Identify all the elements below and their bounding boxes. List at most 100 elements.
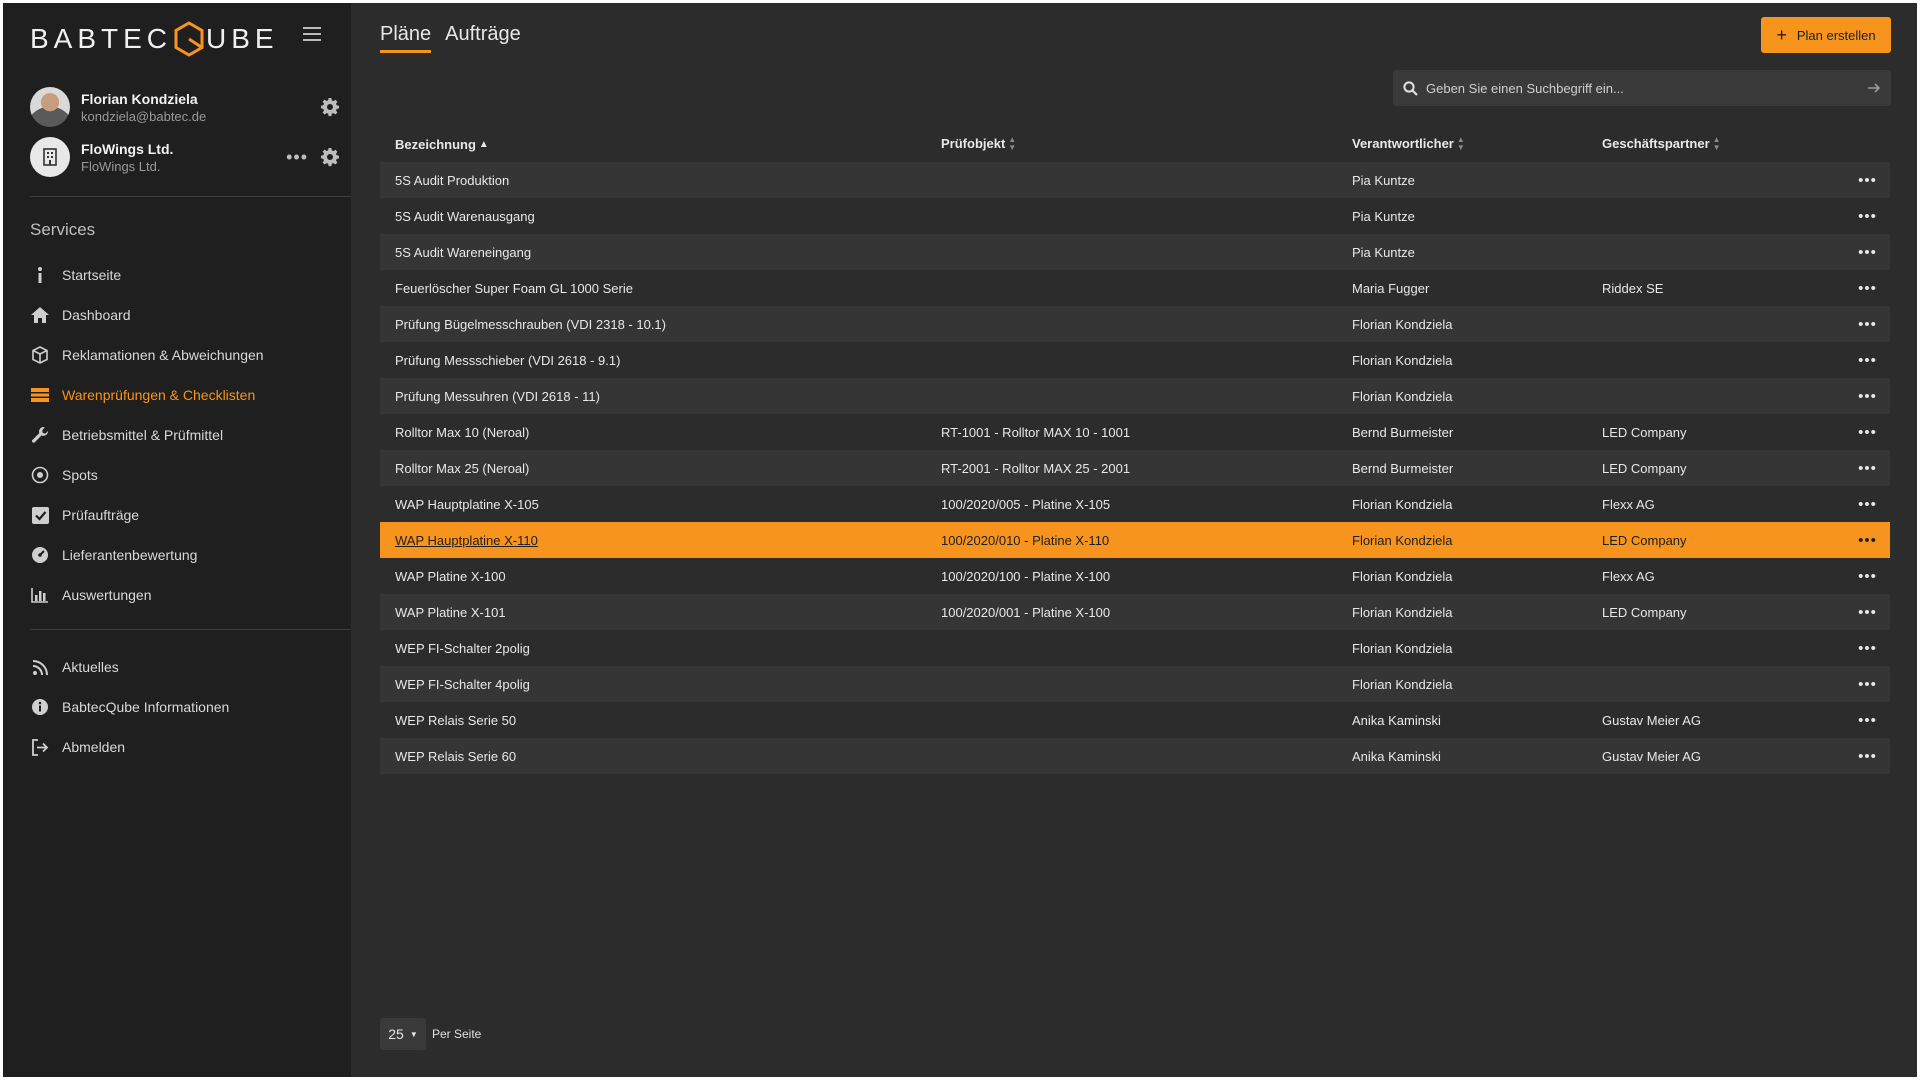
row-more-icon[interactable]: ••• [1845,352,1890,369]
info-icon [30,265,50,285]
sidebar-item-lieferantenbewertung[interactable]: Lieferantenbewertung [30,535,350,575]
sidebar-item-betriebsmittel[interactable]: Betriebsmittel & Prüfmittel [30,415,350,455]
table-row[interactable]: WAP Platine X-100 100/2020/100 - Platine … [380,558,1890,594]
hamburger-menu-icon[interactable] [303,27,321,41]
row-more-icon[interactable]: ••• [1845,676,1890,693]
table-row[interactable]: Prüfung Messschieber (VDI 2618 - 9.1) Flo… [380,342,1890,378]
table-row[interactable]: 5S Audit Wareneingang Pia Kuntze ••• [380,234,1890,270]
sidebar-item-startseite[interactable]: Startseite [30,255,350,295]
cell-bezeichnung[interactable]: Prüfung Messuhren (VDI 2618 - 11) [380,389,926,404]
table-row[interactable]: Rolltor Max 25 (Neroal) RT-2001 - Rolltor… [380,450,1890,486]
row-more-icon[interactable]: ••• [1845,604,1890,621]
sort-icon: ▲ ▼ [1008,135,1017,153]
user-settings-gear-icon[interactable] [320,97,340,117]
table-row[interactable]: WEP Relais Serie 60 Anika Kaminski Gustav … [380,738,1890,774]
sidebar-item-dashboard[interactable]: Dashboard [30,295,350,335]
cell-geschaeftspartner: Gustav Meier AG [1602,712,1701,728]
row-more-icon[interactable]: ••• [1845,208,1890,225]
cell-bezeichnung[interactable]: Prüfung Bügelmesschrauben (VDI 2318 - 10… [380,317,926,332]
cell-geschaeftspartner: Flexx AG [1602,568,1655,584]
org-more-icon[interactable]: ••• [286,148,308,166]
table-row[interactable]: WEP Relais Serie 50 Anika Kaminski Gustav … [380,702,1890,738]
table-row[interactable]: 5S Audit Warenausgang Pia Kuntze ••• [380,198,1890,234]
table-row[interactable]: Prüfung Bügelmesschrauben (VDI 2318 - 10… [380,306,1890,342]
brand-logo[interactable]: BABTEC UBE [30,17,279,61]
cell-verantwortlicher: Pia Kuntze [1352,244,1415,260]
cell-geschaeftspartner: Flexx AG [1602,496,1655,512]
row-more-icon[interactable]: ••• [1845,748,1890,765]
cell-bezeichnung[interactable]: Feuerlöscher Super Foam GL 1000 Serie [380,281,926,296]
cell-verantwortlicher: Anika Kaminski [1352,748,1441,764]
table-row[interactable]: Rolltor Max 10 (Neroal) RT-1001 - Rolltor… [380,414,1890,450]
table-row[interactable]: 5S Audit Produktion Pia Kuntze ••• [380,162,1890,198]
user-account[interactable]: Florian Kondziela kondziela@babtec.de [30,84,340,130]
sidebar-item-spots[interactable]: Spots [30,455,350,495]
cell-bezeichnung[interactable]: 5S Audit Warenausgang [380,209,926,224]
row-more-icon[interactable]: ••• [1845,388,1890,405]
cell-bezeichnung[interactable]: 5S Audit Wareneingang [380,245,926,260]
qube-hex-icon [174,21,204,57]
column-header-geschaeftspartner[interactable]: Geschäftspartner ▲ ▼ [1587,136,1845,153]
search-input[interactable] [1426,80,1867,96]
cell-bezeichnung[interactable]: WEP FI-Schalter 2polig [380,641,926,656]
sidebar-item-babtecqube-informationen[interactable]: BabtecQube Informationen [30,687,350,727]
sidebar-item-aktuelles[interactable]: Aktuelles [30,647,350,687]
services-heading: Services [30,220,96,239]
column-header-pruefobjekt[interactable]: Prüfobjekt ▲ ▼ [926,136,1337,153]
column-header-verantwortlicher[interactable]: Verantwortlicher ▲ ▼ [1337,136,1587,153]
cell-verantwortlicher: Florian Kondziela [1352,604,1453,620]
row-more-icon[interactable]: ••• [1845,280,1890,297]
org-name: FloWings Ltd. [81,140,174,157]
cell-bezeichnung[interactable]: Rolltor Max 10 (Neroal) [380,425,926,440]
cell-bezeichnung[interactable]: WAP Platine X-101 [380,605,926,620]
table-row[interactable]: WAP Platine X-101 100/2020/001 - Platine … [380,594,1890,630]
table-row[interactable]: WAP Hauptplatine X-110 100/2020/010 - Pla… [380,522,1890,558]
row-more-icon[interactable]: ••• [1845,316,1890,333]
sidebar: BABTEC UBE Florian Kondziela kondziela@b… [3,3,351,1077]
sidebar-item-pruefauftraege[interactable]: Prüfaufträge [30,495,350,535]
org-settings-gear-icon[interactable] [320,147,340,167]
sidebar-item-abmelden[interactable]: Abmelden [30,727,350,767]
main-content: Pläne Aufträge + Plan erstellen Bezeichn… [351,3,1917,1077]
row-more-icon[interactable]: ••• [1845,568,1890,585]
cell-bezeichnung[interactable]: WEP Relais Serie 50 [380,713,926,728]
cell-bezeichnung[interactable]: 5S Audit Produktion [380,173,926,188]
table-row[interactable]: WAP Hauptplatine X-105 100/2020/005 - Pla… [380,486,1890,522]
row-more-icon[interactable]: ••• [1845,712,1890,729]
wrench-icon [30,425,50,445]
cell-bezeichnung[interactable]: WEP FI-Schalter 4polig [380,677,926,692]
org-avatar [30,137,70,177]
cell-bezeichnung[interactable]: WAP Hauptplatine X-105 [380,497,926,512]
create-plan-button[interactable]: + Plan erstellen [1761,17,1891,53]
cell-bezeichnung[interactable]: WAP Hauptplatine X-110 [380,533,926,548]
gauge-icon [30,545,50,565]
row-more-icon[interactable]: ••• [1845,244,1890,261]
organization-account[interactable]: FloWings Ltd. FloWings Ltd. ••• [30,134,340,180]
table-row[interactable]: WEP FI-Schalter 2polig Florian Kondziela •… [380,630,1890,666]
table-row[interactable]: WEP FI-Schalter 4polig Florian Kondziela •… [380,666,1890,702]
table-row[interactable]: Prüfung Messuhren (VDI 2618 - 11) Florian… [380,378,1890,414]
tab-auftraege[interactable]: Aufträge [445,23,521,53]
search-submit-arrow-icon[interactable] [1867,82,1881,94]
row-more-icon[interactable]: ••• [1845,640,1890,657]
sidebar-item-reklamationen[interactable]: Reklamationen & Abweichungen [30,335,350,375]
sidebar-divider [30,629,351,630]
plans-table: Bezeichnung ▲ Prüfobjekt ▲ ▼ Verantwortlich… [380,126,1890,774]
row-more-icon[interactable]: ••• [1845,496,1890,513]
row-more-icon[interactable]: ••• [1845,460,1890,477]
cell-bezeichnung[interactable]: WEP Relais Serie 60 [380,749,926,764]
table-row[interactable]: Feuerlöscher Super Foam GL 1000 Serie Mar… [380,270,1890,306]
row-more-icon[interactable]: ••• [1845,172,1890,189]
per-page-select[interactable]: 25 ▼ [380,1018,426,1050]
sidebar-item-auswertungen[interactable]: Auswertungen [30,575,350,615]
cell-bezeichnung[interactable]: Prüfung Messschieber (VDI 2618 - 9.1) [380,353,926,368]
sort-icon: ▲ ▼ [1712,135,1721,153]
cell-bezeichnung[interactable]: Rolltor Max 25 (Neroal) [380,461,926,476]
column-header-bezeichnung[interactable]: Bezeichnung ▲ [380,137,926,152]
sidebar-item-warenpruefungen[interactable]: Warenprüfungen & Checklisten [30,375,350,415]
row-more-icon[interactable]: ••• [1845,424,1890,441]
tab-plaene[interactable]: Pläne [380,23,432,53]
cell-geschaeftspartner: LED Company [1602,460,1687,476]
cell-bezeichnung[interactable]: WAP Platine X-100 [380,569,926,584]
row-more-icon[interactable]: ••• [1845,532,1890,549]
